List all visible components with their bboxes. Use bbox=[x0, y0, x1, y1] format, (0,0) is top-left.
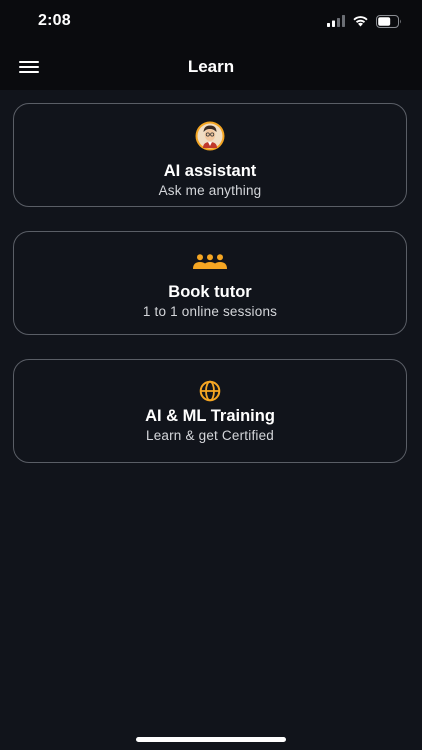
card-subtitle: 1 to 1 online sessions bbox=[142, 304, 278, 319]
status-time: 2:08 bbox=[38, 12, 71, 29]
group-icon bbox=[193, 254, 227, 269]
learn-screen: 2:08 Learn AI assistant Ask me anything … bbox=[0, 0, 422, 750]
card-title: Book tutor bbox=[168, 283, 252, 301]
book-tutor-card[interactable]: Book tutor 1 to 1 online sessions bbox=[13, 231, 407, 335]
nav-bar: Learn bbox=[0, 44, 422, 90]
page-title: Learn bbox=[187, 57, 235, 76]
ai-ml-training-card[interactable]: AI & ML Training Learn & get Certified bbox=[13, 359, 407, 463]
status-icons bbox=[327, 14, 402, 28]
avatar-icon bbox=[195, 121, 225, 151]
wifi-icon bbox=[353, 16, 368, 27]
ai-assistant-card[interactable]: AI assistant Ask me anything bbox=[13, 103, 407, 207]
battery-icon bbox=[376, 14, 401, 28]
status-bar: 2:08 bbox=[0, 0, 422, 44]
card-subtitle: Ask me anything bbox=[158, 183, 262, 198]
signal-icon bbox=[327, 15, 345, 27]
card-subtitle: Learn & get Certified bbox=[145, 428, 275, 443]
home-indicator bbox=[136, 737, 286, 742]
globe-icon bbox=[199, 380, 221, 402]
card-title: AI assistant bbox=[163, 162, 257, 180]
card-title: AI & ML Training bbox=[145, 407, 275, 425]
